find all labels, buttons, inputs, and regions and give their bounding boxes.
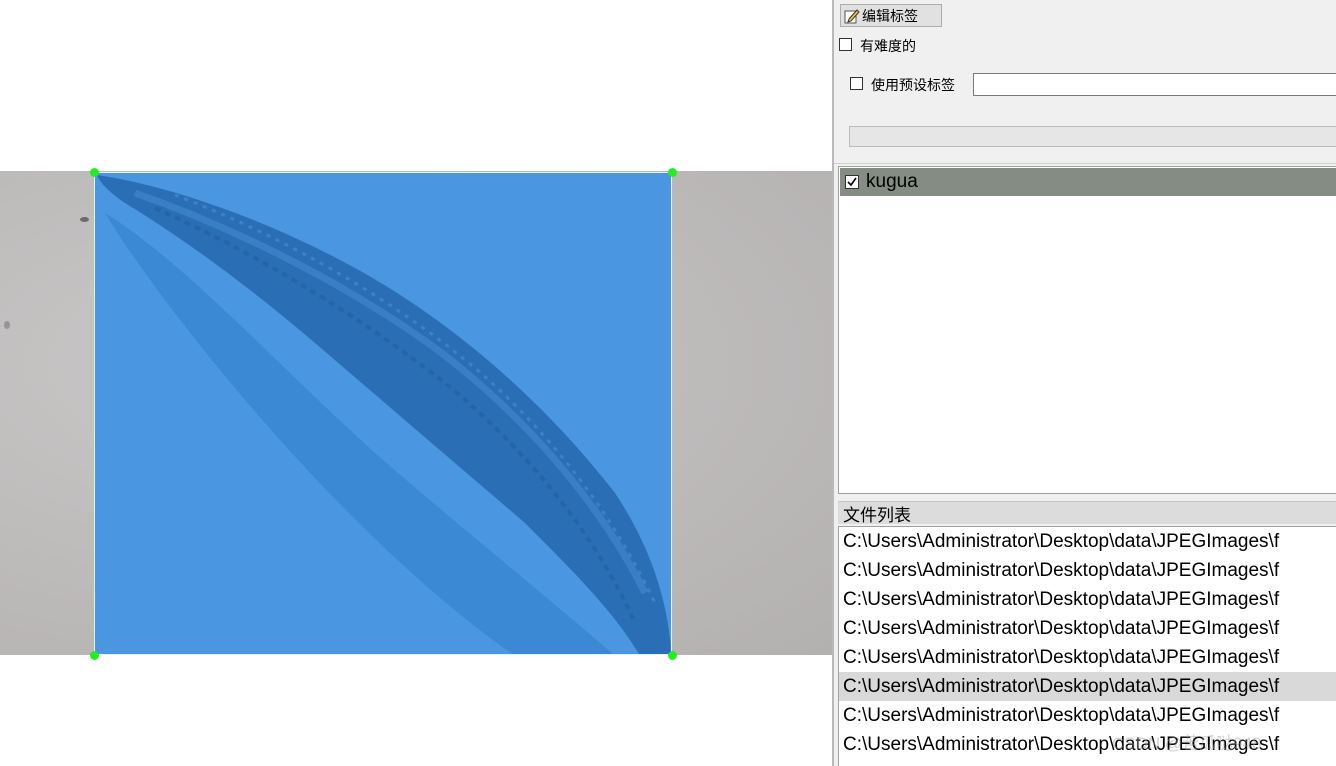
file-list-item[interactable]: C:\Users\Administrator\Desktop\data\JPEG… <box>839 585 1336 614</box>
pencil-edit-icon <box>844 8 860 24</box>
bitter-gourd-shape <box>97 175 671 654</box>
use-preset-label: 使用预设标签 <box>871 77 955 93</box>
bounding-box[interactable] <box>94 172 672 655</box>
watermark-text: CSDN @苦瓜哒948 <box>1112 734 1262 753</box>
label-item-text: kugua <box>866 171 918 192</box>
bbox-handle-top-right[interactable] <box>668 168 677 177</box>
edit-label-button[interactable]: 编辑标签 <box>840 4 942 27</box>
preset-label-input[interactable] <box>973 73 1336 96</box>
file-list-item[interactable]: C:\Users\Administrator\Desktop\data\JPEG… <box>839 556 1336 585</box>
difficult-checkbox[interactable] <box>839 38 852 51</box>
file-list-item[interactable]: C:\Users\Administrator\Desktop\data\JPEG… <box>839 701 1336 730</box>
file-list-title: 文件列表 <box>838 501 1336 525</box>
photo-speck <box>80 217 89 222</box>
progress-bar <box>849 126 1336 147</box>
label-list[interactable]: kugua <box>838 166 1336 494</box>
file-list-item[interactable]: C:\Users\Administrator\Desktop\data\JPEG… <box>839 614 1336 643</box>
bbox-handle-top-left[interactable] <box>90 168 99 177</box>
label-dock: 编辑标签 有难度的 使用预设标签 kugua 文件列表 C:\Users\Adm… <box>834 0 1336 766</box>
divider <box>834 163 1336 164</box>
label-list-item[interactable]: kugua <box>840 168 1336 196</box>
edit-label-button-text: 编辑标签 <box>862 7 918 24</box>
file-list-item[interactable]: C:\Users\Administrator\Desktop\data\JPEG… <box>839 527 1336 556</box>
checkmark-icon <box>847 177 857 187</box>
file-list-item[interactable]: C:\Users\Administrator\Desktop\data\JPEG… <box>839 643 1336 672</box>
bbox-handle-bottom-left[interactable] <box>90 651 99 660</box>
photo-speck <box>4 321 10 329</box>
file-list-item-selected[interactable]: C:\Users\Administrator\Desktop\data\JPEG… <box>839 672 1336 701</box>
bbox-handle-bottom-right[interactable] <box>668 651 677 660</box>
use-preset-checkbox[interactable] <box>850 77 863 90</box>
difficult-label: 有难度的 <box>860 38 916 54</box>
label-visibility-checkbox[interactable] <box>845 175 859 189</box>
image-canvas[interactable] <box>0 0 832 766</box>
